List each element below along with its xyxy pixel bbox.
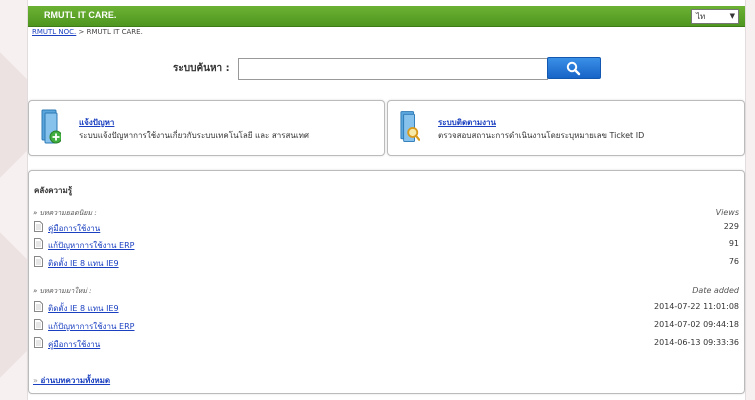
document-icon: [34, 221, 43, 232]
app-title: RMUTL IT CARE.: [44, 10, 117, 20]
search-icon: [566, 61, 581, 76]
language-select[interactable]: ไท ▼: [691, 9, 739, 24]
latest-article-link[interactable]: ติดตั้ง IE 8 แทน IE9: [48, 302, 119, 315]
list-item: แก้ปัญหาการใช้งาน ERP 2014-07-02 09:44:1…: [34, 319, 739, 333]
language-value: ไท: [696, 12, 706, 21]
knowledge-base-panel: คลังความรู้ » บทความยอดนิยม : Views คู่ม…: [28, 170, 745, 394]
ticket-tracking-link[interactable]: ระบบติดตามงาน: [438, 116, 496, 129]
document-icon: [34, 301, 43, 312]
article-date: 2014-07-02 09:44:18: [654, 320, 739, 329]
ticket-tracking-description: ตรวจสอบสถานะการดำเนินงานโดยระบุหมายเลข T…: [438, 131, 645, 140]
article-date: 2014-06-13 09:33:36: [654, 338, 739, 347]
article-views: 91: [728, 239, 739, 248]
article-views: 229: [723, 222, 739, 231]
popular-article-link[interactable]: แก้ปัญหาการใช้งาน ERP: [48, 239, 134, 252]
date-added-column-header: Date added: [692, 286, 739, 295]
breadcrumb-current: RMUTL IT CARE.: [86, 28, 143, 36]
breadcrumb: RMUTL NOC. > RMUTL IT CARE.: [32, 28, 143, 36]
popular-article-link[interactable]: ติดตั้ง IE 8 แทน IE9: [48, 257, 119, 270]
report-problem-description: ระบบแจ้งปัญหาการใช้งานเกี่ยวกับระบบเทคโน…: [79, 131, 309, 140]
report-problem-card[interactable]: แจ้งปัญหา ระบบแจ้งปัญหาการใช้งานเกี่ยวกั…: [28, 100, 385, 156]
document-icon: [34, 238, 43, 249]
breadcrumb-separator: >: [78, 28, 85, 36]
list-item: ติดตั้ง IE 8 แทน IE9 2014-07-22 11:01:08: [34, 301, 739, 315]
popular-article-link[interactable]: คู่มือการใช้งาน: [48, 222, 100, 235]
document-icon: [34, 256, 43, 267]
report-problem-link[interactable]: แจ้งปัญหา: [79, 116, 114, 129]
document-add-icon: [41, 109, 61, 144]
list-item: คู่มือการใช้งาน 229: [34, 221, 739, 235]
knowledge-base-title: คลังความรู้: [34, 186, 73, 195]
page-container: RMUTL IT CARE. ไท ▼ RMUTL NOC. > RMUTL I…: [27, 0, 746, 400]
ticket-tracking-card[interactable]: ระบบติดตามงาน ตรวจสอบสถานะการดำเนินงานโด…: [387, 100, 745, 156]
list-item: คู่มือการใช้งาน 2014-06-13 09:33:36: [34, 337, 739, 351]
search-button[interactable]: [547, 57, 601, 79]
latest-article-link[interactable]: แก้ปัญหาการใช้งาน ERP: [48, 320, 134, 333]
read-all-articles-link[interactable]: » อ่านบทความทั้งหมด: [33, 374, 110, 387]
article-date: 2014-07-22 11:01:08: [654, 302, 739, 311]
breadcrumb-home-link[interactable]: RMUTL NOC.: [32, 28, 76, 36]
latest-articles-label: » บทความมาใหม่ :: [33, 287, 92, 295]
latest-article-link[interactable]: คู่มือการใช้งาน: [48, 338, 100, 351]
views-column-header: Views: [715, 208, 739, 217]
list-item: แก้ปัญหาการใช้งาน ERP 91: [34, 238, 739, 252]
popular-articles-label: » บทความยอดนิยม :: [33, 209, 97, 217]
search-input[interactable]: [238, 58, 548, 80]
article-views: 76: [728, 257, 739, 266]
list-item: ติดตั้ง IE 8 แทน IE9 76: [34, 256, 739, 270]
document-icon: [34, 319, 43, 330]
document-icon: [34, 337, 43, 348]
document-search-icon: [400, 111, 420, 142]
search-label: ระบบค้นหา :: [173, 63, 230, 74]
chevron-down-icon: ▼: [729, 12, 735, 20]
header-bar: RMUTL IT CARE. ไท ▼: [28, 6, 745, 27]
